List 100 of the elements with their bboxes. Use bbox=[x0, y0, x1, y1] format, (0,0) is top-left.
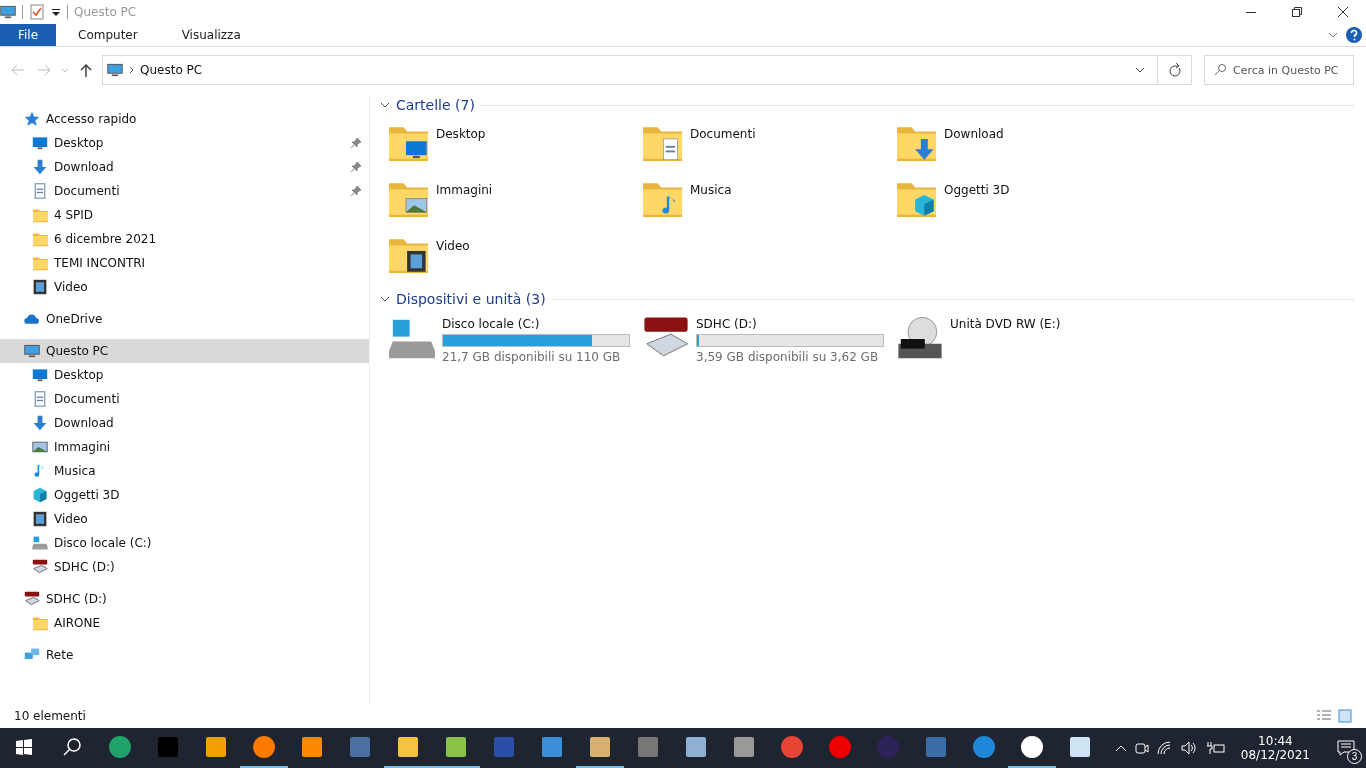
folder-tile[interactable]: Immagini bbox=[388, 177, 642, 233]
app-icon bbox=[924, 735, 948, 759]
app-icon bbox=[492, 735, 516, 759]
app-icon bbox=[348, 735, 372, 759]
app-icon bbox=[732, 735, 756, 759]
sidebar-item[interactable]: 6 dicembre 2021 bbox=[0, 227, 369, 251]
app-icon bbox=[396, 735, 420, 759]
sidebar-item[interactable]: Accesso rapido bbox=[0, 107, 369, 131]
section-header: Dispositivi e unità (3) bbox=[396, 291, 546, 307]
ribbon-tab[interactable]: Visualizza bbox=[159, 24, 263, 46]
app-icon bbox=[1068, 735, 1092, 759]
item-count: 10 elementi bbox=[14, 709, 86, 723]
desktop-icon bbox=[32, 367, 48, 383]
windows-logo-icon bbox=[16, 739, 32, 755]
section-header: Cartelle (7) bbox=[396, 97, 475, 113]
video-icon bbox=[32, 511, 48, 527]
volume-icon[interactable] bbox=[1180, 741, 1197, 755]
app-icon bbox=[204, 735, 228, 759]
app-icon bbox=[108, 735, 132, 759]
drive-tile[interactable]: Unità DVD RW (E:) bbox=[896, 315, 1150, 371]
download-icon bbox=[32, 415, 48, 431]
help-icon[interactable] bbox=[1346, 27, 1362, 43]
clock[interactable]: 10:44 08/12/2021 bbox=[1232, 734, 1318, 762]
sidebar-item[interactable]: Download bbox=[0, 411, 369, 435]
close-icon bbox=[1338, 7, 1348, 17]
sd-icon bbox=[32, 559, 48, 575]
right-arrow-icon bbox=[37, 64, 51, 76]
download-icon bbox=[32, 159, 48, 175]
drive-tile[interactable]: SDHC (D:) 3,59 GB disponibili su 3,62 GB bbox=[642, 315, 896, 371]
left-arrow-icon bbox=[11, 64, 25, 76]
documents-icon bbox=[32, 391, 48, 407]
folder-tile[interactable]: Video bbox=[388, 233, 642, 289]
folder-tile[interactable]: Musica bbox=[642, 177, 896, 233]
camera-icon[interactable] bbox=[1134, 741, 1149, 755]
search-icon bbox=[63, 738, 81, 756]
folder-tile[interactable]: Desktop bbox=[388, 121, 642, 177]
sidebar-item[interactable]: Rete bbox=[0, 643, 369, 667]
app-icon bbox=[588, 735, 612, 759]
refresh-button[interactable] bbox=[1158, 55, 1192, 85]
caret-icon bbox=[61, 67, 69, 73]
sidebar-item[interactable]: Desktop bbox=[0, 131, 369, 155]
notifications-button[interactable]: 3 bbox=[1326, 728, 1366, 768]
address-path: Questo PC bbox=[140, 63, 203, 77]
window-title: Questo PC bbox=[74, 5, 137, 19]
ribbon-tab[interactable]: File bbox=[0, 24, 56, 46]
chevron-right-icon bbox=[129, 66, 134, 74]
folder-icon bbox=[32, 231, 48, 247]
pictures-icon bbox=[32, 439, 48, 455]
folder-icon bbox=[32, 615, 48, 631]
computer-icon bbox=[0, 4, 16, 20]
sidebar-item[interactable]: Oggetti 3D bbox=[0, 483, 369, 507]
app-icon bbox=[300, 735, 324, 759]
app-icon bbox=[636, 735, 660, 759]
app-icon bbox=[780, 735, 804, 759]
app-icon bbox=[540, 735, 564, 759]
restore-icon bbox=[1292, 7, 1302, 17]
sidebar-item[interactable]: Immagini bbox=[0, 435, 369, 459]
chevron-up-icon[interactable] bbox=[1114, 744, 1127, 752]
sidebar-item[interactable]: Video bbox=[0, 275, 369, 299]
wifi-icon[interactable] bbox=[1156, 741, 1173, 755]
sidebar-item[interactable]: TEMI INCONTRI bbox=[0, 251, 369, 275]
chevron-down-icon[interactable] bbox=[380, 296, 390, 302]
folder-tile[interactable]: Oggetti 3D bbox=[896, 177, 1150, 233]
drive-tile[interactable]: Disco locale (C:) 21,7 GB disponibili su 110 GB bbox=[388, 315, 642, 371]
battery-plug-icon[interactable] bbox=[1204, 741, 1225, 755]
sidebar-item[interactable]: Desktop bbox=[0, 363, 369, 387]
chevron-down-icon[interactable] bbox=[380, 102, 390, 108]
folder-tile[interactable]: Download bbox=[896, 121, 1150, 177]
sidebar-item[interactable]: Musica bbox=[0, 459, 369, 483]
app-icon bbox=[828, 735, 852, 759]
refresh-icon bbox=[1168, 63, 1181, 77]
ribbon-tab[interactable]: Computer bbox=[56, 24, 160, 46]
chevron-down-icon[interactable] bbox=[1328, 32, 1338, 38]
folder-tile[interactable]: Documenti bbox=[642, 121, 896, 177]
sidebar-item[interactable]: AIRONE bbox=[0, 611, 369, 635]
computer-icon bbox=[107, 62, 123, 78]
pc-icon bbox=[24, 343, 40, 359]
app-icon bbox=[1020, 735, 1044, 759]
sidebar-item[interactable]: SDHC (D:) bbox=[0, 555, 369, 579]
sidebar-item[interactable]: OneDrive bbox=[0, 307, 369, 331]
app-icon bbox=[156, 735, 180, 759]
documents-icon bbox=[32, 183, 48, 199]
sidebar-item[interactable]: SDHC (D:) bbox=[0, 587, 369, 611]
sidebar-item[interactable]: 4 SPID bbox=[0, 203, 369, 227]
dropdown-icon[interactable] bbox=[51, 7, 61, 17]
sidebar-item[interactable]: Video bbox=[0, 507, 369, 531]
desktop-icon bbox=[32, 135, 48, 151]
address-bar[interactable]: Questo PC bbox=[102, 55, 1158, 85]
properties-icon[interactable] bbox=[29, 4, 45, 20]
app-icon bbox=[876, 735, 900, 759]
video-icon bbox=[32, 279, 48, 295]
search-field[interactable]: Cerca in Questo PC bbox=[1204, 55, 1354, 85]
folder-icon bbox=[32, 207, 48, 223]
sidebar-item[interactable]: Disco locale (C:) bbox=[0, 531, 369, 555]
chevron-down-icon[interactable] bbox=[1135, 67, 1145, 73]
sidebar-item[interactable]: Documenti bbox=[0, 387, 369, 411]
sidebar-item[interactable]: Questo PC bbox=[0, 339, 369, 363]
sidebar-item[interactable]: Download bbox=[0, 155, 369, 179]
sidebar-item[interactable]: Documenti bbox=[0, 179, 369, 203]
cloud-icon bbox=[24, 311, 40, 327]
